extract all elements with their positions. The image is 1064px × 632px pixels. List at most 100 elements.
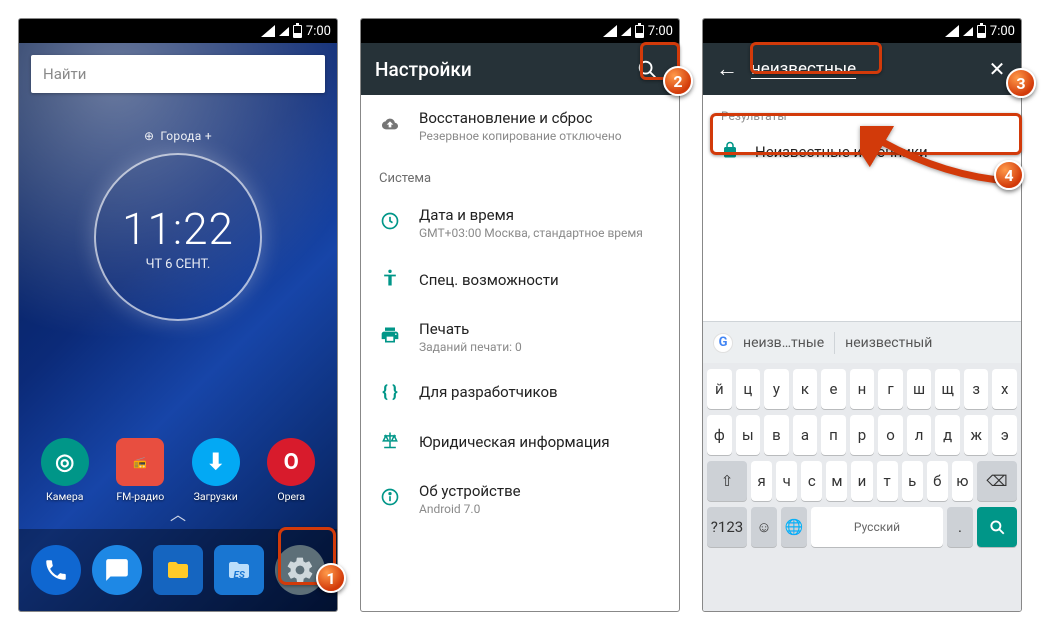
app-downloads[interactable]: ⬇ Загрузки	[183, 438, 249, 503]
key-у[interactable]: у	[764, 369, 789, 409]
key-н[interactable]: н	[850, 369, 875, 409]
key-period[interactable]: .	[947, 507, 973, 547]
weather-city[interactable]: ⊕Города +	[144, 129, 212, 143]
dock-es-file[interactable]: ES	[214, 545, 264, 595]
phone-icon	[43, 557, 69, 583]
row-developer[interactable]: { } Для разработчиков	[361, 368, 679, 416]
key-ы[interactable]: ы	[736, 415, 761, 455]
key-з[interactable]: з	[964, 369, 989, 409]
key-д[interactable]: д	[935, 415, 960, 455]
app-drawer-handle[interactable]: ︿	[19, 501, 337, 525]
app-fm-radio[interactable]: 📻 FM-радио	[107, 438, 173, 503]
messages-icon	[104, 557, 130, 583]
row-accessibility[interactable]: Спец. возможности	[361, 254, 679, 306]
key-й[interactable]: й	[707, 369, 732, 409]
home-wallpaper: 7:00 Найти ⊕Города + 11:22 ЧТ 6 СЕНТ. ◎ …	[19, 19, 337, 611]
key-м[interactable]: м	[826, 461, 847, 501]
key-я[interactable]: я	[751, 461, 772, 501]
key-emoji[interactable]: ☺	[751, 507, 777, 547]
key-л[interactable]: л	[907, 415, 932, 455]
search-bar[interactable]: Найти	[31, 55, 325, 93]
app-opera[interactable]: O Opera	[258, 438, 324, 503]
step-badge-4: 4	[994, 160, 1024, 190]
clock-widget[interactable]: 11:22 ЧТ 6 СЕНТ.	[94, 153, 262, 321]
download-icon: ⬇	[192, 438, 240, 486]
row-date-time[interactable]: Дата и времяGMT+03:00 Москва, стандартно…	[361, 192, 679, 254]
key-numeric[interactable]: ?123	[707, 507, 747, 547]
section-system: Система	[361, 157, 679, 192]
key-space[interactable]: Русский	[811, 507, 943, 547]
key-х[interactable]: х	[992, 369, 1017, 409]
print-icon	[379, 325, 401, 349]
key-⌫[interactable]: ⌫	[977, 461, 1017, 501]
settings-appbar: Настройки	[361, 43, 679, 95]
wifi-icon	[963, 27, 973, 36]
settings-list: Восстановление и сбросРезервное копирова…	[361, 95, 679, 530]
dock-phone[interactable]	[31, 545, 81, 595]
clock-time: 11:22	[122, 203, 234, 255]
key-ч[interactable]: ч	[776, 461, 797, 501]
key-т[interactable]: т	[877, 461, 898, 501]
key-в[interactable]: в	[764, 415, 789, 455]
row-print[interactable]: ПечатьЗаданий печати: 0	[361, 306, 679, 368]
clock-statusbar: 7:00	[648, 24, 673, 39]
search-placeholder: Найти	[43, 65, 86, 83]
step-badge-3: 3	[1006, 68, 1036, 98]
back-button[interactable]: ←	[713, 56, 741, 82]
suggestion-1[interactable]: неизв…тные	[743, 335, 824, 351]
row-legal[interactable]: Юридическая информация	[361, 416, 679, 468]
key-и[interactable]: и	[851, 461, 872, 501]
clock-icon	[379, 211, 401, 235]
opera-icon: O	[267, 438, 315, 486]
battery-icon	[293, 25, 302, 38]
status-bar: 7:00	[361, 19, 679, 43]
kb-row-3: ⇧ячсмитьбю⌫	[707, 461, 1017, 501]
radio-icon: 📻	[116, 438, 164, 486]
row-backup-reset[interactable]: Восстановление и сбросРезервное копирова…	[361, 95, 679, 157]
suggestion-2[interactable]: неизвестный	[845, 335, 932, 351]
key-с[interactable]: с	[801, 461, 822, 501]
dock: ES	[19, 529, 337, 611]
app-camera[interactable]: ◎ Камера	[32, 438, 98, 503]
search-button[interactable]	[629, 51, 665, 87]
key-щ[interactable]: щ	[935, 369, 960, 409]
key-⇧[interactable]: ⇧	[707, 461, 747, 501]
search-appbar: ← неизвестные ✕	[703, 43, 1021, 95]
gear-icon	[285, 555, 315, 585]
search-icon	[988, 518, 1006, 536]
key-ю[interactable]: ю	[952, 461, 973, 501]
folder-icon	[163, 558, 193, 582]
google-icon[interactable]: G	[713, 333, 733, 353]
key-б[interactable]: б	[927, 461, 948, 501]
dock-folder[interactable]	[153, 545, 203, 595]
developer-icon: { }	[379, 382, 401, 402]
key-о[interactable]: о	[878, 415, 903, 455]
key-э[interactable]: э	[992, 415, 1017, 455]
key-р[interactable]: р	[850, 415, 875, 455]
key-language[interactable]: 🌐	[781, 507, 807, 547]
app-row: ◎ Камера 📻 FM-радио ⬇ Загрузки O Opera	[19, 438, 337, 503]
key-ж[interactable]: ж	[964, 415, 989, 455]
key-к[interactable]: к	[793, 369, 818, 409]
key-г[interactable]: г	[878, 369, 903, 409]
dock-messages[interactable]	[92, 545, 142, 595]
key-п[interactable]: п	[821, 415, 846, 455]
row-about[interactable]: Об устройствеAndroid 7.0	[361, 468, 679, 530]
step-badge-1: 1	[316, 563, 346, 593]
key-ф[interactable]: ф	[707, 415, 732, 455]
phone-settings: 7:00 Настройки Восстановление и сбросРез…	[360, 18, 680, 612]
key-ш[interactable]: ш	[907, 369, 932, 409]
battery-icon	[977, 25, 986, 38]
key-ь[interactable]: ь	[902, 461, 923, 501]
key-ц[interactable]: ц	[736, 369, 761, 409]
search-input[interactable]: неизвестные	[751, 59, 973, 79]
signal-icon	[945, 25, 959, 37]
key-а[interactable]: а	[793, 415, 818, 455]
kb-row-1: йцукенгшщзх	[707, 369, 1017, 409]
camera-icon: ◎	[41, 438, 89, 486]
key-search[interactable]	[977, 507, 1017, 547]
key-е[interactable]: е	[821, 369, 846, 409]
signal-icon	[603, 25, 617, 37]
battery-icon	[635, 25, 644, 38]
search-icon	[636, 58, 658, 80]
